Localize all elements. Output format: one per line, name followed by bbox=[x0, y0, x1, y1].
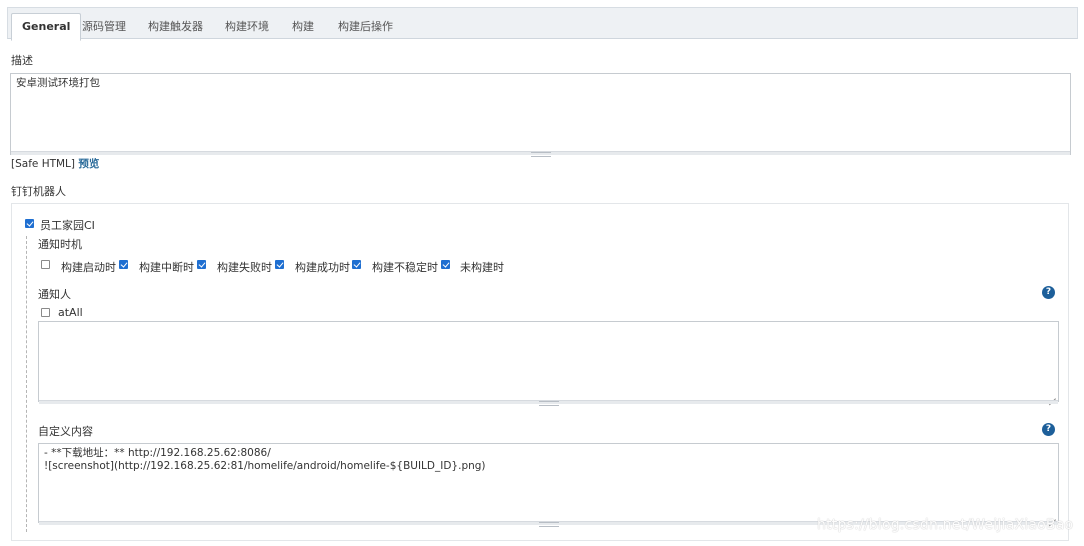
custom-content-textarea[interactable]: - **下载地址：** http://192.168.25.62:8086/ !… bbox=[38, 443, 1059, 523]
preview-link[interactable]: 预览 bbox=[78, 158, 99, 170]
atall-label: atAll bbox=[58, 306, 83, 319]
description-resize-grip[interactable] bbox=[11, 151, 1070, 157]
notify-on-unstable-label: 构建不稳定时 bbox=[372, 261, 438, 274]
custom-content-label: 自定义内容 bbox=[38, 425, 93, 438]
csdn-watermark: https://blog.csdn.net/WeiJiaXiaoBao bbox=[817, 517, 1074, 533]
notify-on-failure-label: 构建失败时 bbox=[217, 261, 272, 274]
tab-build-environment[interactable]: 构建环境 bbox=[215, 14, 279, 41]
nested-divider bbox=[26, 236, 27, 532]
safe-html-label: [Safe HTML] bbox=[11, 158, 76, 170]
custom-content-line-2: ![screenshot](http://192.168.25.62:81/ho… bbox=[44, 460, 486, 472]
tab-build[interactable]: 构建 bbox=[282, 14, 324, 41]
notify-on-success-label: 构建成功时 bbox=[295, 261, 350, 274]
tab-post-build-actions[interactable]: 构建后操作 bbox=[328, 14, 403, 41]
safe-html-note: [Safe HTML] 预览 bbox=[11, 156, 99, 171]
robot-enable-checkbox[interactable] bbox=[25, 219, 34, 228]
description-value: 安卓测试环境打包 bbox=[16, 77, 100, 89]
notify-on-not-built-checkbox[interactable] bbox=[441, 260, 450, 269]
notify-on-abort-checkbox[interactable] bbox=[119, 260, 128, 269]
notify-people-resize-grip[interactable] bbox=[39, 400, 1058, 406]
notify-people-help-icon[interactable]: ? bbox=[1042, 286, 1055, 299]
tab-build-triggers[interactable]: 构建触发器 bbox=[138, 14, 213, 41]
custom-content-help-icon[interactable]: ? bbox=[1042, 423, 1055, 436]
notify-people-resize-corner[interactable] bbox=[1049, 392, 1056, 399]
config-tab-bar: General 源码管理 构建触发器 构建环境 构建 构建后操作 bbox=[7, 7, 1078, 41]
description-label: 描述 bbox=[11, 54, 33, 67]
tab-general[interactable]: General bbox=[11, 13, 82, 41]
description-textarea[interactable]: 安卓测试环境打包 bbox=[10, 73, 1071, 155]
notify-on-start-checkbox[interactable] bbox=[41, 260, 50, 269]
tab-source-code[interactable]: 源码管理 bbox=[72, 14, 136, 41]
notify-people-label: 通知人 bbox=[38, 288, 71, 301]
notify-time-label: 通知时机 bbox=[38, 238, 82, 251]
dingtalk-section-label: 钉钉机器人 bbox=[11, 185, 66, 198]
custom-content-line-1: - **下载地址：** http://192.168.25.62:8086/ bbox=[44, 447, 271, 459]
notify-on-unstable-checkbox[interactable] bbox=[352, 260, 361, 269]
atall-checkbox[interactable] bbox=[41, 308, 50, 317]
notify-on-abort-label: 构建中断时 bbox=[139, 261, 194, 274]
notify-on-success-checkbox[interactable] bbox=[275, 260, 284, 269]
notify-on-start-label: 构建启动时 bbox=[61, 261, 116, 274]
notify-on-not-built-label: 未构建时 bbox=[460, 261, 504, 274]
notify-on-failure-checkbox[interactable] bbox=[197, 260, 206, 269]
robot-name: 员工家园CI bbox=[40, 219, 95, 232]
notify-people-textarea[interactable] bbox=[38, 321, 1059, 402]
